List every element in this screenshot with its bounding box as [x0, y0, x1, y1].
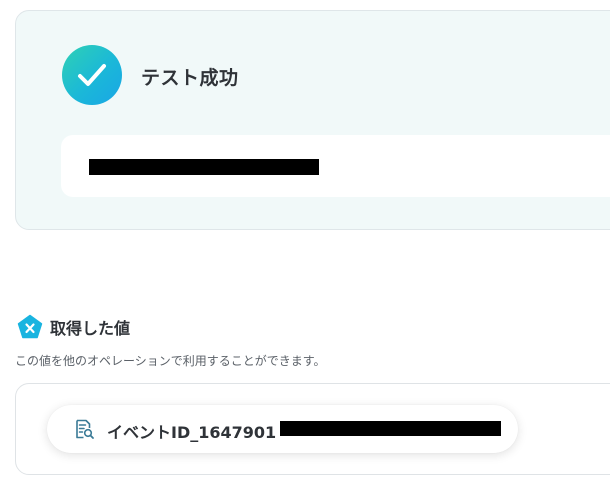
x-pentagon-icon: [17, 314, 43, 339]
acquired-values-panel: イベントID_1647901: [15, 383, 610, 475]
document-search-icon: [76, 419, 94, 439]
value-item-event-id[interactable]: イベントID_1647901: [47, 405, 518, 453]
test-success-title: テスト成功: [141, 67, 239, 89]
test-result-panel: テスト成功: [15, 10, 610, 230]
redacted-result-text: [89, 159, 319, 175]
acquired-values-title: 取得した値: [50, 319, 131, 338]
acquired-values-description: この値を他のオペレーションで利用することができます。: [15, 354, 326, 368]
page: テスト成功 取得した値 この値を他のオペレーションで利用することができます。 イ…: [0, 0, 610, 503]
test-result-output: [61, 135, 610, 197]
value-item-label: イベントID_1647901: [107, 423, 277, 442]
redacted-value-text: [280, 421, 501, 436]
check-icon: [62, 45, 122, 105]
